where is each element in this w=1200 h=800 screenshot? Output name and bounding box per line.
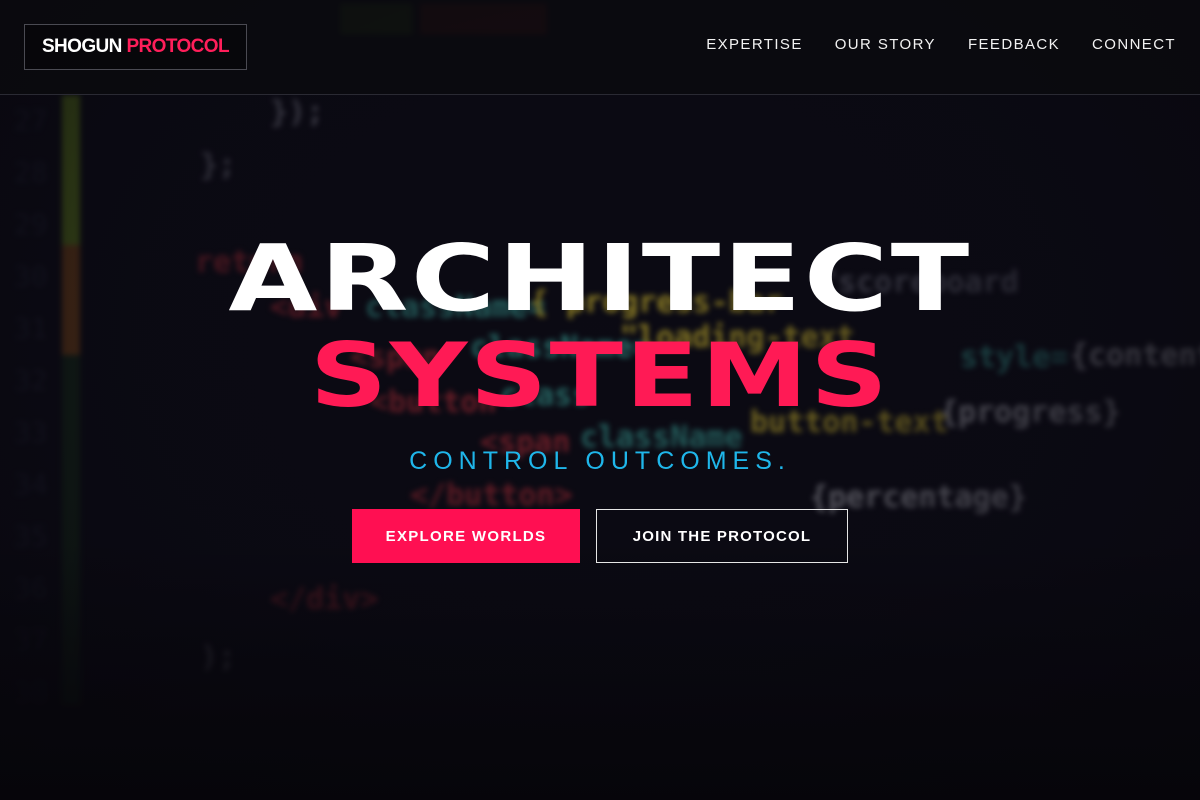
hero-tagline: CONTROL OUTCOMES. <box>409 447 791 475</box>
logo-text: SHOGUN PROTOCOL <box>41 36 230 58</box>
hero-title-line1: ARCHITECT <box>228 225 972 332</box>
nav-link-our-story[interactable]: OUR STORY <box>835 36 936 53</box>
join-protocol-button[interactable]: JOIN THE PROTOCOL <box>596 509 848 563</box>
nav-link-expertise[interactable]: EXPERTISE <box>706 36 803 53</box>
main-nav: EXPERTISE OUR STORY FEEDBACK CONNECT <box>706 36 1176 53</box>
hero-title-line2: SYSTEMS <box>309 324 891 427</box>
nav-link-connect[interactable]: CONNECT <box>1092 36 1176 53</box>
site-logo[interactable]: SHOGUN PROTOCOL <box>24 24 247 70</box>
logo-text-shogun: SHOGUN <box>41 36 122 57</box>
explore-worlds-button[interactable]: EXPLORE WORLDS <box>352 509 580 563</box>
hero-section: ARCHITECT SYSTEMS CONTROL OUTCOMES. EXPL… <box>0 95 1200 800</box>
site-header: SHOGUN PROTOCOL EXPERTISE OUR STORY FEED… <box>0 0 1200 95</box>
logo-text-protocol: PROTOCOL <box>126 36 229 57</box>
nav-link-feedback[interactable]: FEEDBACK <box>968 36 1060 53</box>
